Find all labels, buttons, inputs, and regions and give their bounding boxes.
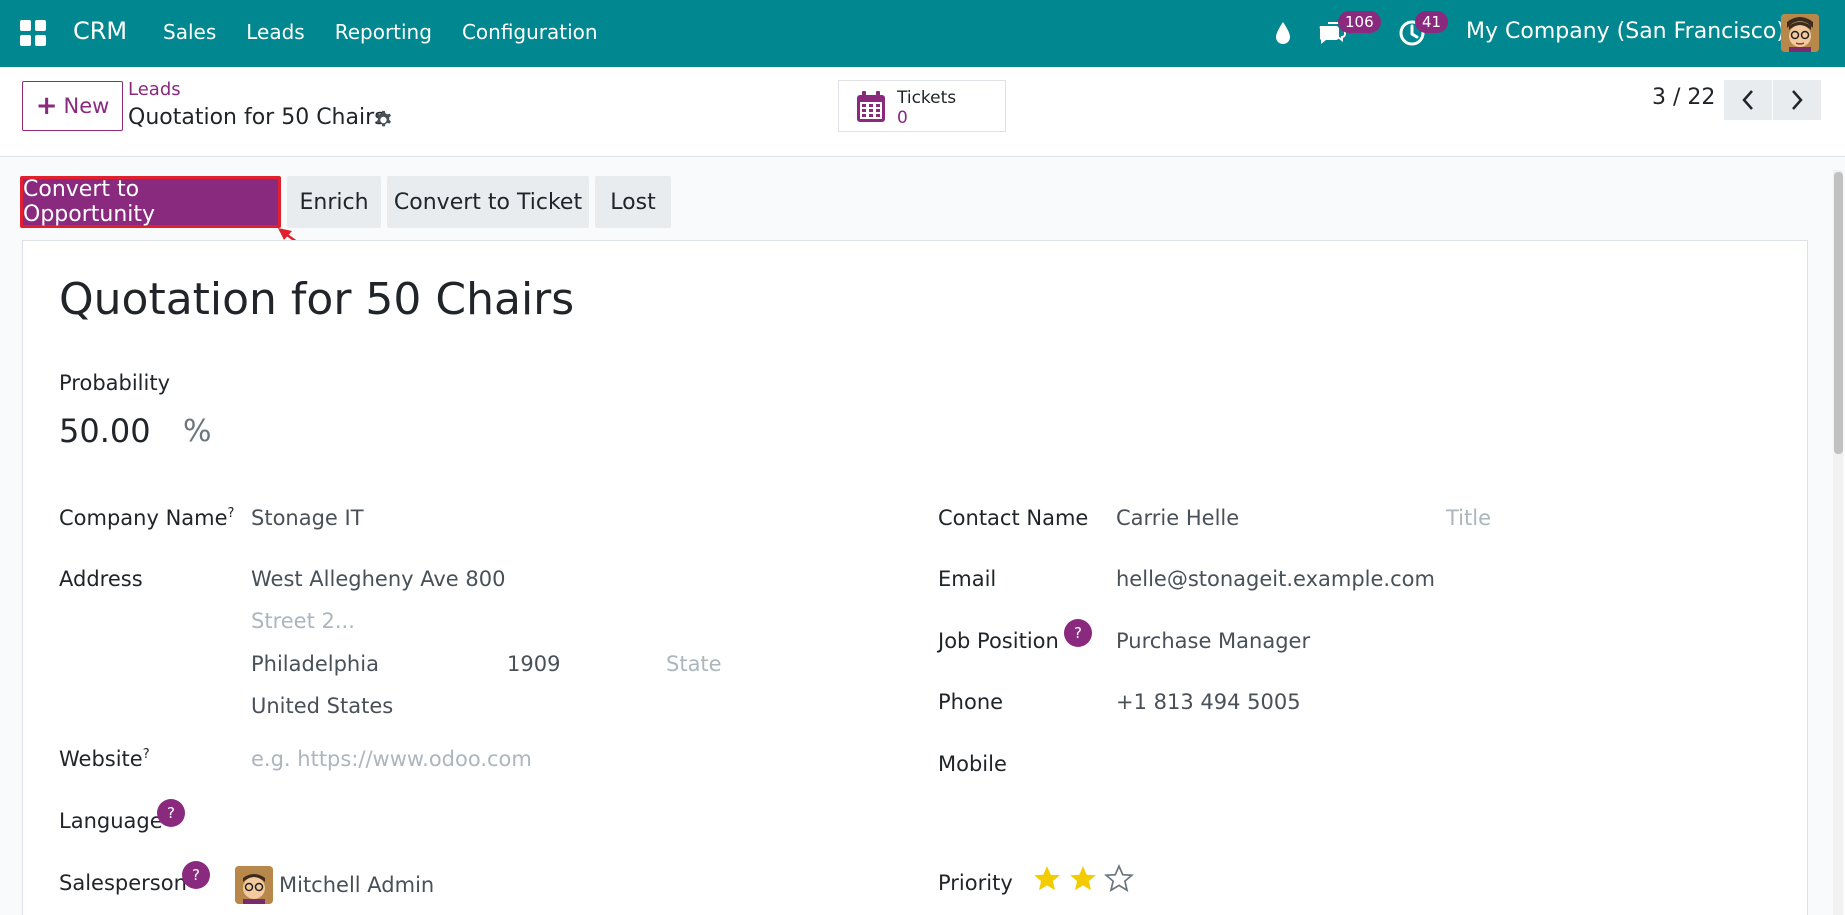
job-position-label: Job Position [938, 629, 1059, 653]
help-icon[interactable]: ? [157, 799, 185, 827]
salesperson-avatar [235, 866, 273, 904]
website-label: Website? [59, 747, 150, 771]
tooltip-mark[interactable]: ? [143, 747, 150, 762]
mobile-label: Mobile [938, 752, 1007, 776]
activity-count-badge: 41 [1415, 11, 1449, 33]
menu-item-sales[interactable]: Sales [163, 20, 216, 44]
website-field[interactable]: e.g. https://www.odoo.com [251, 747, 532, 771]
user-avatar[interactable] [1781, 14, 1819, 52]
state-field[interactable]: State [666, 652, 722, 676]
apps-menu-icon[interactable] [20, 20, 46, 46]
chat-count-badge: 106 [1338, 11, 1381, 33]
new-button[interactable]: + New [22, 81, 123, 131]
street2-field[interactable]: Street 2... [251, 609, 355, 633]
new-button-label: New [63, 94, 110, 118]
pager-previous-button[interactable] [1724, 80, 1772, 120]
lost-button[interactable]: Lost [595, 176, 671, 228]
salesperson-field[interactable]: Mitchell Admin [279, 873, 434, 897]
job-position-field[interactable]: Purchase Manager [1116, 629, 1310, 653]
address-label: Address [59, 567, 143, 591]
breadcrumb-leads[interactable]: Leads [128, 79, 181, 100]
help-icon[interactable]: ? [1064, 619, 1092, 647]
city-field[interactable]: Philadelphia [251, 652, 379, 676]
probability-unit: % [183, 414, 212, 449]
company-switcher[interactable]: My Company (San Francisco) [1466, 19, 1785, 44]
menu-item-leads[interactable]: Leads [246, 20, 304, 44]
drop-icon[interactable] [1270, 18, 1296, 48]
top-navbar: CRM Sales Leads Reporting Configuration … [0, 0, 1845, 67]
street-field[interactable]: West Allegheny Ave 800 [251, 567, 505, 591]
app-brand[interactable]: CRM [73, 17, 127, 45]
phone-field[interactable]: +1 813 494 5005 [1116, 690, 1301, 714]
email-label: Email [938, 567, 997, 591]
priority-label: Priority [938, 871, 1013, 895]
email-field[interactable]: helle@stonageit.example.com [1116, 567, 1435, 591]
tooltip-mark[interactable]: ? [228, 506, 235, 521]
star-filled-icon[interactable] [1068, 864, 1098, 894]
convert-to-ticket-button[interactable]: Convert to Ticket [387, 176, 589, 228]
main-menu: Sales Leads Reporting Configuration [163, 20, 628, 44]
probability-field[interactable]: 50.00 [59, 412, 151, 450]
gear-icon[interactable] [372, 109, 394, 131]
record-title[interactable]: Quotation for 50 Chairs [59, 274, 574, 325]
tickets-count: 0 [897, 108, 908, 128]
company-name-label: Company Name? [59, 506, 235, 530]
contact-name-field[interactable]: Carrie Helle [1116, 506, 1239, 530]
chevron-right-icon [1792, 90, 1803, 110]
help-icon[interactable]: ? [182, 861, 210, 889]
control-panel: + New Leads Quotation for 50 Chairs Tick… [0, 67, 1845, 157]
plus-icon: + [35, 91, 58, 121]
contact-name-label: Contact Name [938, 506, 1089, 530]
language-label: Language [59, 809, 163, 833]
salesperson-label: Salesperson [59, 871, 187, 895]
tickets-label: Tickets [897, 88, 957, 108]
company-name-field[interactable]: Stonage IT [251, 506, 364, 530]
chevron-left-icon [1742, 90, 1753, 110]
zip-field[interactable]: 1909 [507, 652, 560, 676]
convert-to-opportunity-button[interactable]: Convert to Opportunity [20, 176, 281, 228]
breadcrumb-current: Quotation for 50 Chairs [128, 105, 386, 130]
pager-next-button[interactable] [1773, 80, 1821, 120]
star-empty-icon[interactable] [1104, 864, 1134, 894]
probability-label: Probability [59, 371, 171, 395]
calendar-icon [857, 91, 885, 122]
contact-title-field[interactable]: Title [1446, 506, 1491, 530]
menu-item-configuration[interactable]: Configuration [462, 20, 598, 44]
tickets-smart-button[interactable]: Tickets 0 [838, 80, 1006, 132]
country-field[interactable]: United States [251, 694, 393, 718]
menu-item-reporting[interactable]: Reporting [335, 20, 432, 44]
scrollbar-thumb[interactable] [1834, 172, 1843, 454]
pager-value[interactable]: 3 / 22 [1652, 85, 1715, 110]
priority-widget [1032, 864, 1140, 894]
phone-label: Phone [938, 690, 1004, 714]
enrich-button[interactable]: Enrich [287, 176, 381, 228]
star-filled-icon[interactable] [1032, 864, 1062, 894]
